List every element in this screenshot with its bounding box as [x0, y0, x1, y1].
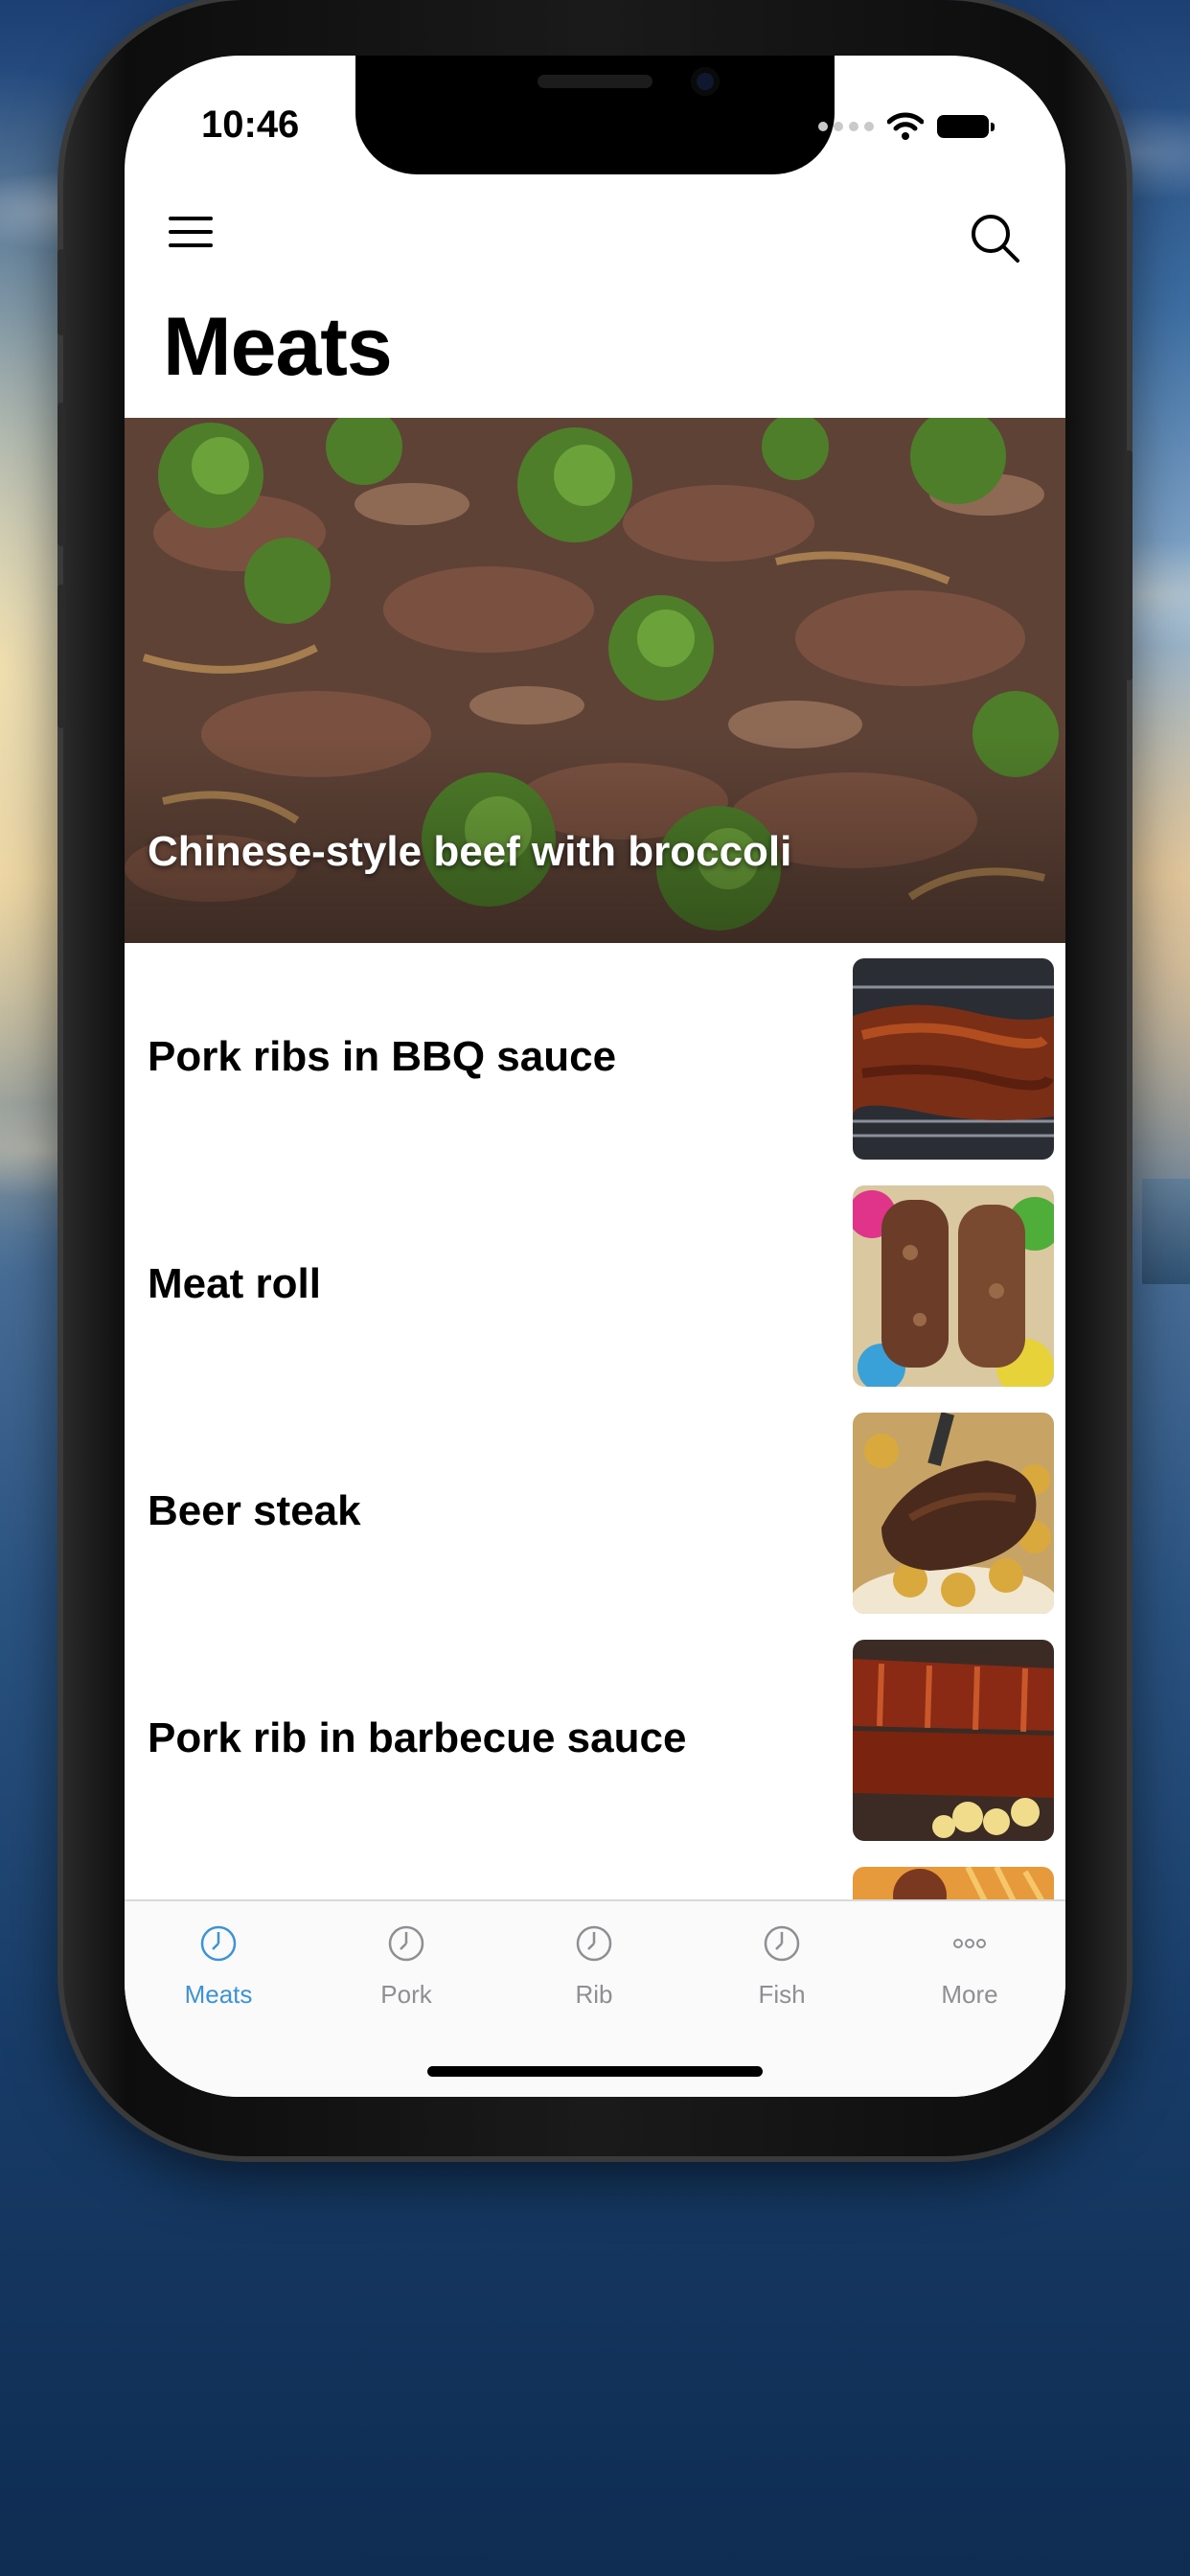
volume-up-button — [57, 402, 65, 546]
featured-title: Chinese-style beef with broccoli — [148, 828, 792, 875]
tab-pork[interactable]: Pork — [312, 1901, 500, 2036]
tab-meats[interactable]: Meats — [125, 1901, 312, 2036]
tab-label: Meats — [184, 1980, 253, 2009]
featured-recipe[interactable]: Chinese-style beef with broccoli — [125, 418, 1065, 943]
list-item[interactable]: Pork ribs in BBQ sauce — [125, 943, 1065, 1170]
tab-rib[interactable]: Rib — [500, 1901, 688, 2036]
speaker — [538, 75, 652, 88]
clock-icon — [200, 1925, 237, 1962]
side-button — [1125, 450, 1133, 680]
list-item-thumbnail — [853, 1640, 1054, 1841]
notch — [355, 56, 835, 174]
tab-label: Pork — [380, 1980, 432, 2009]
tab-label: Fish — [758, 1980, 806, 2009]
list-item[interactable]: Pork rib in barbecue sauce — [125, 1624, 1065, 1852]
list-item-title: Pork ribs in BBQ sauce — [148, 1032, 617, 1080]
app-screen: 10:46 Meats Chinese-style beef with broc… — [125, 56, 1065, 2097]
cellular-signal-icon — [818, 122, 874, 131]
background-skyline — [1142, 1179, 1190, 1284]
status-time: 10:46 — [201, 104, 300, 146]
mute-switch — [57, 249, 65, 335]
list-item-title: Beer steak — [148, 1486, 361, 1534]
more-icon — [953, 1939, 986, 1948]
tab-label: Rib — [575, 1980, 613, 2009]
search-icon[interactable] — [966, 209, 1023, 266]
hamburger-menu-icon[interactable] — [169, 217, 215, 255]
page-title: Meats — [163, 301, 393, 393]
home-indicator[interactable] — [427, 2066, 763, 2077]
list-item-title: Meat roll — [148, 1259, 321, 1307]
list-item-title: Pork rib in barbecue sauce — [148, 1714, 687, 1761]
tab-fish[interactable]: Fish — [688, 1901, 876, 2036]
list-item-thumbnail — [853, 1413, 1054, 1614]
battery-icon — [937, 115, 995, 138]
list-item-thumbnail — [853, 958, 1054, 1160]
wifi-icon — [887, 112, 924, 140]
tab-more[interactable]: More — [876, 1901, 1064, 2036]
clock-icon — [764, 1925, 800, 1962]
list-item[interactable]: Beer steak — [125, 1397, 1065, 1624]
camera — [691, 67, 720, 96]
tab-label: More — [941, 1980, 998, 2009]
volume-down-button — [57, 585, 65, 728]
list-item[interactable]: Meat roll — [125, 1170, 1065, 1397]
status-icons — [818, 112, 995, 140]
clock-icon — [388, 1925, 424, 1962]
clock-icon — [576, 1925, 612, 1962]
list-item-thumbnail — [853, 1185, 1054, 1387]
